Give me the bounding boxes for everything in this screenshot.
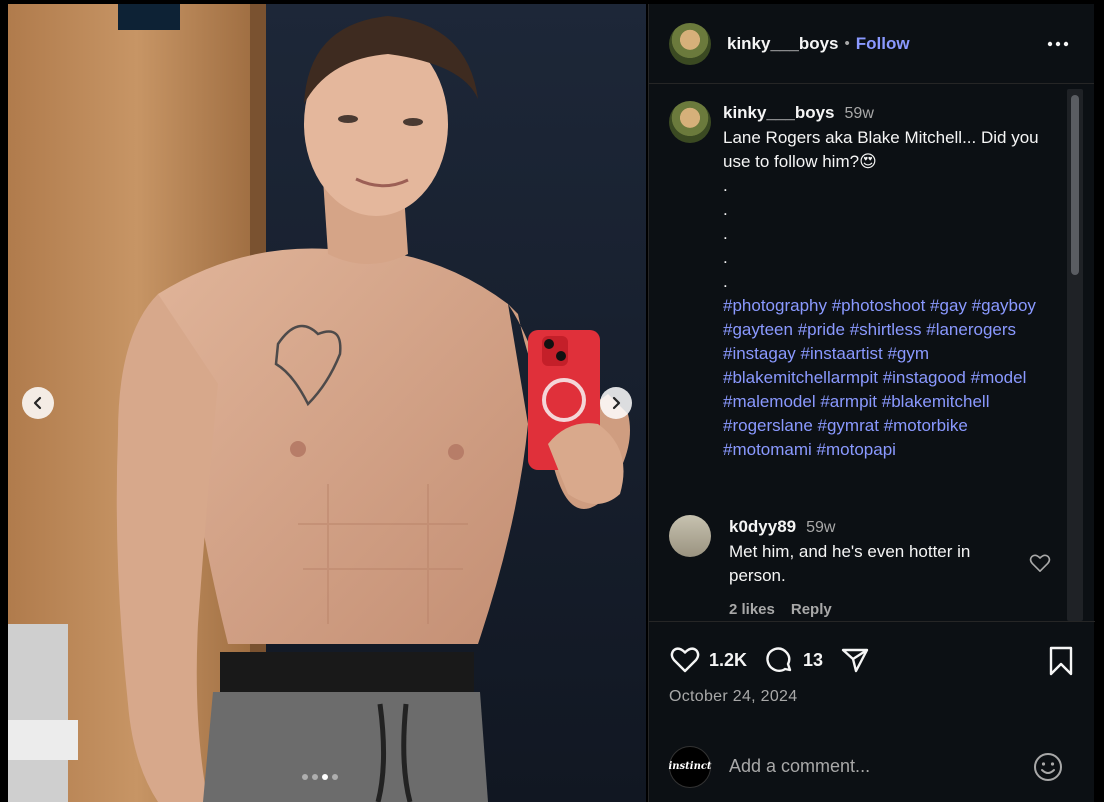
hashtag-link[interactable]: #photoshoot — [832, 296, 926, 315]
header-separator: • — [844, 35, 850, 52]
scrollbar-thumb[interactable] — [1071, 95, 1079, 275]
emoji-icon[interactable] — [1033, 752, 1063, 782]
comment-composer: instinct — [649, 731, 1095, 802]
add-comment-input[interactable] — [729, 756, 1019, 777]
caption-username[interactable]: kinky___boys — [723, 101, 835, 125]
chevron-right-icon — [612, 396, 621, 410]
hashtag-link[interactable]: #gayteen — [723, 320, 793, 339]
caption-dot-line: . — [723, 272, 728, 291]
carousel-indicator — [302, 774, 338, 780]
comment-reply-button[interactable]: Reply — [791, 598, 832, 621]
hashtag-link[interactable]: #rogerslane — [723, 416, 813, 435]
hashtag-link[interactable]: #gay — [930, 296, 967, 315]
hashtag-link[interactable]: #gymrat — [818, 416, 879, 435]
post-caption: kinky___boys 59w Lane Rogers aka Blake M… — [669, 101, 1049, 462]
post-side-panel: kinky___boys • Follow kinky___boys 59w L… — [648, 4, 1095, 802]
carousel-dot — [302, 774, 308, 780]
carousel-dot — [322, 774, 328, 780]
caption-dot-line: . — [723, 224, 728, 243]
caption-avatar[interactable] — [669, 101, 711, 143]
hashtag-link[interactable]: #instagood — [883, 368, 966, 387]
comment-item: k0dyy89 59w Met him, and he's even hotte… — [669, 515, 1059, 621]
author-username[interactable]: kinky___boys — [727, 34, 839, 54]
heart-icon[interactable] — [1029, 553, 1051, 573]
comment-likes[interactable]: 2 likes — [729, 598, 775, 621]
comments-count[interactable]: 13 — [803, 650, 823, 671]
previous-slide-button[interactable] — [22, 387, 54, 419]
comments-section[interactable]: kinky___boys 59w Lane Rogers aka Blake M… — [649, 85, 1095, 621]
bookmark-icon[interactable] — [1047, 646, 1075, 676]
hashtag-link[interactable]: #motomami — [723, 440, 812, 459]
caption-text: Lane Rogers aka Blake Mitchell... Did yo… — [723, 128, 1039, 171]
caption-dot-line: . — [723, 176, 728, 195]
commenter-username[interactable]: k0dyy89 — [729, 515, 796, 539]
current-user-avatar: instinct — [668, 745, 712, 788]
comment-time[interactable]: 59w — [806, 516, 835, 540]
caption-dot-line: . — [723, 248, 728, 267]
hashtag-link[interactable]: #gym — [887, 344, 929, 363]
hashtag-link[interactable]: #instagay — [723, 344, 796, 363]
hashtag-link[interactable]: #blakemitchell — [882, 392, 990, 411]
post-photo — [8, 4, 646, 802]
hashtag-link[interactable]: #gayboy — [972, 296, 1036, 315]
caption-dots: ..... — [723, 174, 1049, 294]
carousel-dot — [312, 774, 318, 780]
post-media[interactable] — [8, 4, 646, 802]
post-date: October 24, 2024 — [669, 688, 798, 705]
hashtag-link[interactable]: #blakemitchellarmpit — [723, 368, 878, 387]
likes-count[interactable]: 1.2K — [709, 650, 747, 671]
hashtag-link[interactable]: #motopapi — [817, 440, 896, 459]
caption-time[interactable]: 59w — [845, 102, 874, 126]
comments-scrollbar[interactable] — [1067, 89, 1083, 621]
author-avatar[interactable] — [669, 22, 711, 65]
caption-hashtags: #photography #photoshoot #gay #gayboy #g… — [723, 294, 1049, 462]
hashtag-link[interactable]: #motorbike — [884, 416, 968, 435]
carousel-dot — [332, 774, 338, 780]
heart-icon[interactable] — [669, 644, 701, 676]
caption-dot-line: . — [723, 200, 728, 219]
next-slide-button[interactable] — [600, 387, 632, 419]
chevron-left-icon — [33, 396, 42, 410]
hashtag-link[interactable]: #lanerogers — [926, 320, 1016, 339]
comment-icon[interactable] — [763, 644, 795, 676]
hashtag-link[interactable]: #armpit — [820, 392, 877, 411]
hashtag-link[interactable]: #pride — [798, 320, 845, 339]
post-actions: 1.2K 13 October 24, 2024 — [649, 621, 1095, 731]
hashtag-link[interactable]: #malemodel — [723, 392, 816, 411]
more-icon[interactable] — [1046, 34, 1070, 54]
follow-button[interactable]: Follow — [856, 34, 910, 54]
commenter-avatar[interactable] — [669, 515, 711, 557]
hashtag-link[interactable]: #photography — [723, 296, 827, 315]
hashtag-link[interactable]: #instaartist — [801, 344, 883, 363]
share-icon[interactable] — [839, 644, 871, 676]
comment-text: Met him, and he's even hotter in person. — [729, 542, 971, 585]
hashtag-link[interactable]: #model — [971, 368, 1027, 387]
post-header: kinky___boys • Follow — [649, 4, 1094, 84]
hashtag-link[interactable]: #shirtless — [850, 320, 922, 339]
